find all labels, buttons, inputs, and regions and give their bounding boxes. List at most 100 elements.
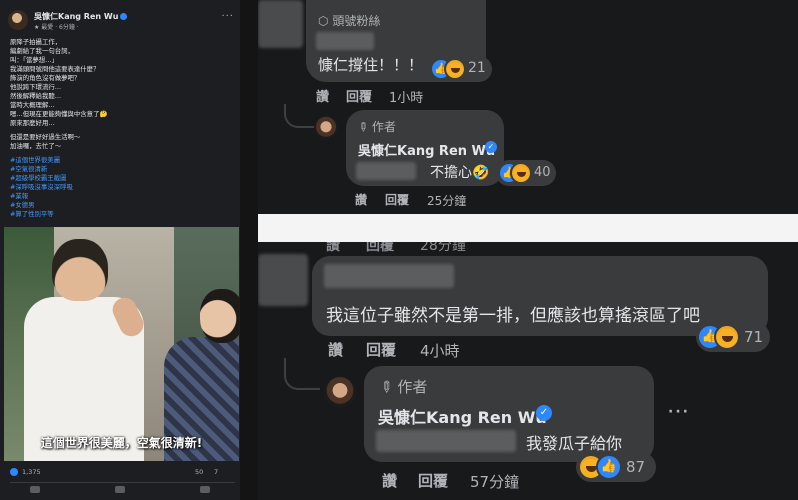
post-stats: 1,375 50 7	[10, 466, 235, 480]
author-badge: ✎ 作者	[354, 118, 396, 136]
reaction-count[interactable]: 1,375	[22, 468, 41, 476]
reaction-count: 21	[468, 60, 486, 76]
post-meta: ★ 最愛 · 6分鐘 ·	[34, 24, 79, 31]
reply-text: 不擔心🤣	[430, 165, 490, 181]
facebook-post: 吳慷仁Kang Ren Wu ★ 最愛 · 6分鐘 · ··· 原降子拍攝工作，…	[0, 0, 240, 500]
post-line: 原降子拍攝工作，	[10, 38, 62, 46]
reply-button[interactable]: 回覆	[366, 339, 396, 360]
more-options-button[interactable]: ···	[668, 404, 690, 420]
reply-author-name[interactable]: 吳慷仁Kang Ren Wu	[358, 140, 495, 159]
reply-button[interactable]: 回覆	[366, 242, 394, 255]
like-button[interactable]: 讚	[326, 242, 340, 255]
like-button[interactable]: 讚	[355, 191, 367, 208]
reply-reactions[interactable]: 👍 40	[496, 160, 556, 186]
post-author-label[interactable]: 吳慷仁Kang Ren Wu	[34, 12, 118, 21]
image-divider	[258, 214, 798, 242]
thread-connector	[284, 104, 314, 128]
post-line: 叫：「當夢想…」	[10, 56, 58, 64]
post-line: 原來那麼好用…	[10, 119, 55, 127]
reply-timestamp[interactable]: 57分鐘	[470, 471, 519, 492]
top-fan-badge: ⬡ 頭號粉絲	[318, 12, 380, 29]
post-line: 然後解釋給我聽…	[10, 92, 62, 100]
reply-author-name[interactable]: 吳慷仁Kang Ren Wu	[378, 404, 547, 428]
comment-button-icon[interactable]	[115, 486, 125, 493]
hashtag-link[interactable]: #業報	[10, 192, 232, 201]
blurred-avatar	[258, 0, 303, 48]
post-action-bar	[10, 482, 235, 494]
author-badge-label: 作者	[397, 378, 428, 396]
reply-button[interactable]: 回覆	[385, 191, 409, 208]
blurred-mention	[376, 430, 516, 452]
post-line: 當時大概理解…	[10, 101, 55, 109]
author-badge-label: 作者	[371, 120, 396, 134]
like-button[interactable]: 讚	[316, 86, 329, 105]
hashtag-link[interactable]: #超級學校霸王截圖	[10, 174, 232, 183]
video-subtitle: 這個世界很美麗，空氣很清新!	[40, 436, 203, 450]
top-fan-label: 頭號粉絲	[332, 14, 381, 28]
post-line: 我滿頭問號問他這要表達什麼？	[10, 65, 100, 73]
share-button-icon[interactable]	[200, 486, 210, 493]
author-badge: ✎ 作者	[375, 376, 428, 398]
thread-connector	[284, 358, 320, 390]
verified-icon	[120, 13, 128, 20]
post-line: 他說跨下環流行…	[10, 83, 62, 91]
reaction-count: 71	[744, 328, 764, 346]
post-body: 原降子拍攝工作， 編劇給了我一句台詞， 叫：「當夢想…」 我滿頭問號問他這要表達…	[10, 38, 232, 219]
pencil-icon: ✎	[375, 376, 398, 398]
verified-icon: ✓	[536, 405, 552, 421]
post-line: 加油囉，去忙了～	[10, 142, 62, 150]
reaction-count: 87	[626, 458, 646, 476]
haha-reaction-icon	[444, 58, 466, 80]
comment-text: 慷仁撐住！！！	[318, 56, 424, 74]
comment-text: 我這位子雖然不是第一排，但應該也算搖滾區了吧	[326, 306, 700, 326]
comment-timestamp[interactable]: 4小時	[420, 340, 460, 361]
comment-bubble: 我這位子雖然不是第一排，但應該也算搖滾區了吧	[312, 256, 768, 336]
blurred-avatar	[258, 254, 308, 306]
blurred-mention	[356, 162, 416, 180]
reaction-count: 40	[534, 165, 551, 180]
post-more-button[interactable]: ···	[221, 11, 234, 22]
like-button[interactable]: 讚	[382, 470, 397, 491]
post-author-name[interactable]: 吳慷仁Kang Ren Wu	[34, 11, 128, 22]
haha-reaction-icon	[714, 324, 740, 350]
reply-text: 我發瓜子給你	[526, 434, 623, 453]
reply-button[interactable]: 回覆	[418, 470, 448, 491]
author-avatar[interactable]	[324, 376, 356, 408]
video-person	[52, 239, 108, 301]
share-count[interactable]: 7	[214, 468, 218, 476]
hashtag-link[interactable]: #女德男	[10, 201, 232, 210]
post-line: 嗯…但現在更能夠懂與中含意了🤔	[10, 110, 108, 118]
post-line: 飾演的角色沒有做夢吧？	[10, 74, 81, 82]
like-reaction-icon	[10, 468, 18, 476]
comment-timestamp[interactable]: 1小時	[389, 87, 423, 106]
comment-timestamp[interactable]: 28分鐘	[420, 242, 466, 255]
like-button-icon[interactable]	[30, 486, 40, 493]
comment-reactions[interactable]: 👍 71	[696, 322, 770, 352]
hashtag-link[interactable]: #這個世界很美麗	[10, 156, 232, 165]
blurred-name	[316, 32, 374, 50]
blurred-name	[324, 264, 454, 288]
author-avatar[interactable]	[8, 10, 28, 30]
fan-badge-icon: ⬡	[318, 14, 329, 28]
hashtag-link[interactable]: #深呼吸沒事沒深呼吸	[10, 183, 232, 192]
pencil-icon: ✎	[354, 118, 372, 136]
comment-thread-bottom: 讚 回覆 28分鐘 我這位子雖然不是第一排，但應該也算搖滾區了吧 👍 71 讚 …	[258, 242, 798, 500]
reply-bubble: ✎ 作者 吳慷仁Kang Ren Wu ✓ 我發瓜子給你	[364, 366, 654, 462]
hashtag-link[interactable]: #算了性別平等	[10, 210, 232, 219]
post-header: 吳慷仁Kang Ren Wu ★ 最愛 · 6分鐘 · ···	[8, 8, 234, 32]
haha-reaction-icon	[510, 162, 532, 184]
post-line: 編劇給了我一句台詞，	[10, 47, 74, 55]
author-avatar[interactable]	[314, 116, 338, 140]
comment-reactions[interactable]: 👍 21	[428, 56, 492, 82]
reply-timestamp[interactable]: 25分鐘	[427, 192, 466, 209]
reply-bubble: ✎ 作者 吳慷仁Kang Ren Wu ✓ 不擔心🤣	[346, 110, 504, 186]
reply-button[interactable]: 回覆	[346, 86, 372, 105]
verified-icon: ✓	[485, 141, 497, 153]
post-video[interactable]: 這個世界很美麗，空氣很清新!	[4, 227, 239, 461]
comment-count[interactable]: 50	[195, 468, 203, 476]
post-line: 但還是要好好過生活啊～	[10, 133, 81, 141]
hashtag-link[interactable]: #空氣很清新	[10, 165, 232, 174]
like-button[interactable]: 讚	[328, 339, 343, 360]
reply-reactions[interactable]: 👍 87	[576, 452, 656, 482]
video-person	[200, 289, 239, 343]
